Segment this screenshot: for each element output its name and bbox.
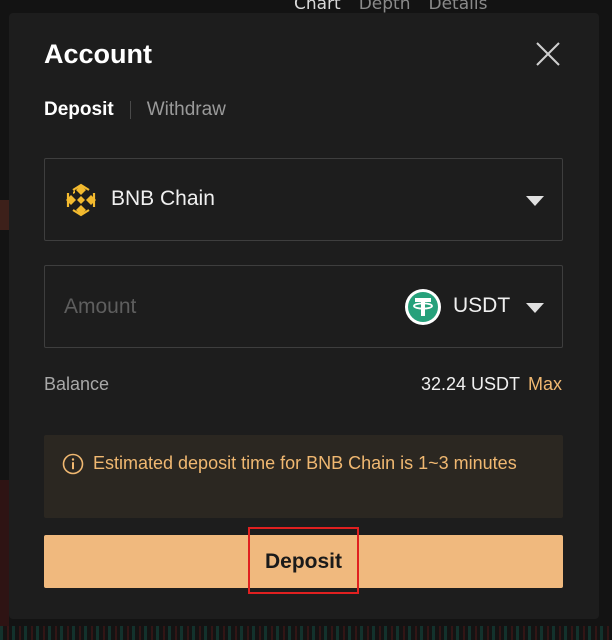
tab-deposit[interactable]: Deposit bbox=[44, 99, 114, 121]
tab-divider bbox=[129, 101, 131, 119]
balance-value-group: 32.24 USDT Max bbox=[421, 374, 562, 395]
deposit-time-notice: Estimated deposit time for BNB Chain is … bbox=[44, 435, 563, 518]
background-volume bbox=[0, 480, 9, 630]
network-select[interactable]: BNB Chain bbox=[44, 158, 563, 241]
background-chart-tabs: Chart Depth Details bbox=[294, 0, 487, 14]
bg-tab-details: Details bbox=[428, 0, 488, 14]
deposit-button[interactable]: Deposit bbox=[44, 535, 563, 588]
background-volume-bars bbox=[0, 626, 612, 640]
network-label: BNB Chain bbox=[111, 187, 215, 210]
bg-tab-chart: Chart bbox=[294, 0, 341, 14]
tab-withdraw[interactable]: Withdraw bbox=[147, 99, 226, 121]
balance-value: 32.24 USDT bbox=[420, 374, 520, 394]
chevron-down-icon bbox=[526, 196, 544, 206]
usdt-icon bbox=[405, 289, 441, 325]
balance-label: Balance bbox=[44, 374, 110, 394]
modal-title: Account bbox=[44, 39, 152, 69]
bg-tab-depth: Depth bbox=[358, 0, 411, 14]
background-candle bbox=[0, 200, 9, 230]
account-tabs: Deposit Withdraw bbox=[44, 99, 226, 121]
info-icon bbox=[62, 453, 84, 475]
account-modal: Account Deposit Withdraw BNB Chain Amoun… bbox=[9, 13, 599, 619]
close-icon[interactable] bbox=[534, 40, 562, 68]
max-button[interactable]: Max bbox=[528, 374, 562, 395]
notice-text: Estimated deposit time for BNB Chain is … bbox=[93, 453, 517, 473]
token-label[interactable]: USDT bbox=[453, 294, 510, 318]
bnb-chain-icon bbox=[66, 183, 96, 217]
amount-field: USDT bbox=[44, 265, 563, 348]
amount-input[interactable] bbox=[64, 291, 384, 323]
chevron-down-icon[interactable] bbox=[526, 303, 544, 313]
